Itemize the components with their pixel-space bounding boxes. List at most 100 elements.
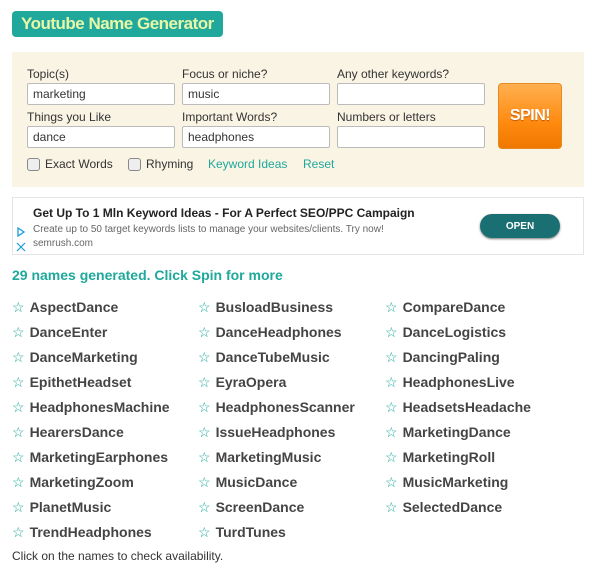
name-item[interactable]: ☆ IssueHeadphones (198, 424, 335, 441)
numbers-input[interactable] (337, 126, 485, 148)
name-text: PlanetMusic (29, 499, 112, 515)
footer-note: Click on the names to check availability… (12, 549, 224, 563)
ad-text: Create up to 50 target keywords lists to… (33, 224, 384, 235)
star-icon[interactable]: ☆ (12, 499, 25, 515)
topics-input[interactable] (27, 83, 175, 105)
name-item[interactable]: ☆ MarketingEarphones (12, 449, 168, 466)
star-icon[interactable]: ☆ (12, 449, 25, 465)
name-text: MusicMarketing (402, 474, 509, 490)
topics-label: Topic(s) (27, 67, 70, 81)
name-item[interactable]: ☆ HeadphonesLive (385, 374, 515, 391)
name-item[interactable]: ☆ PlanetMusic (12, 499, 111, 516)
name-item[interactable]: ☆ MusicDance (198, 474, 297, 491)
name-text: HeadsetsHeadache (402, 399, 531, 415)
name-item[interactable]: ☆ HearersDance (12, 424, 124, 441)
star-icon[interactable]: ☆ (385, 374, 398, 390)
likes-input[interactable] (27, 126, 175, 148)
name-item[interactable]: ☆ HeadphonesScanner (198, 399, 355, 416)
name-text: HeadphonesScanner (215, 399, 355, 415)
keyword-ideas-link[interactable]: Keyword Ideas (208, 157, 287, 171)
spin-button[interactable]: SPIN! (498, 83, 562, 149)
star-icon[interactable]: ☆ (385, 499, 398, 515)
star-icon[interactable]: ☆ (12, 349, 25, 365)
star-icon[interactable]: ☆ (12, 399, 25, 415)
rhyming-checkbox[interactable] (128, 158, 141, 171)
keywords-input[interactable] (337, 83, 485, 105)
name-item[interactable]: ☆ DanceMarketing (12, 349, 138, 366)
name-text: DanceLogistics (402, 324, 507, 340)
name-text: SelectedDance (402, 499, 503, 515)
generator-form: Topic(s) Focus or niche? Any other keywo… (12, 52, 584, 187)
star-icon[interactable]: ☆ (385, 424, 398, 440)
ad-banner[interactable]: Get Up To 1 Mln Keyword Ideas - For A Pe… (12, 197, 584, 255)
star-icon[interactable]: ☆ (198, 474, 211, 490)
ad-headline[interactable]: Get Up To 1 Mln Keyword Ideas - For A Pe… (33, 206, 415, 220)
name-item[interactable]: ☆ DanceLogistics (385, 324, 506, 341)
name-text: MarketingZoom (29, 474, 134, 490)
name-text: AspectDance (29, 299, 119, 315)
name-item[interactable]: ☆ SelectedDance (385, 499, 502, 516)
name-item[interactable]: ☆ MarketingRoll (385, 449, 495, 466)
name-text: EyraOpera (215, 374, 287, 390)
star-icon[interactable]: ☆ (198, 374, 211, 390)
name-item[interactable]: ☆ HeadphonesMachine (12, 399, 170, 416)
star-icon[interactable]: ☆ (385, 449, 398, 465)
star-icon[interactable]: ☆ (12, 324, 25, 340)
numbers-label: Numbers or letters (337, 110, 436, 124)
name-item[interactable]: ☆ TrendHeadphones (12, 524, 152, 541)
star-icon[interactable]: ☆ (385, 399, 398, 415)
name-item[interactable]: ☆ DanceEnter (12, 324, 107, 341)
name-item[interactable]: ☆ MusicMarketing (385, 474, 508, 491)
name-item[interactable]: ☆ TurdTunes (198, 524, 286, 541)
focus-label: Focus or niche? (182, 67, 268, 81)
name-item[interactable]: ☆ AspectDance (12, 299, 118, 316)
name-item[interactable]: ☆ MarketingDance (385, 424, 511, 441)
name-item[interactable]: ☆ CompareDance (385, 299, 505, 316)
name-text: MarketingRoll (402, 449, 496, 465)
name-text: TurdTunes (215, 524, 286, 540)
name-item[interactable]: ☆ DanceHeadphones (198, 324, 342, 341)
name-item[interactable]: ☆ DanceTubeMusic (198, 349, 330, 366)
ad-close-icon[interactable] (16, 242, 26, 252)
focus-input[interactable] (182, 83, 330, 105)
likes-label: Things you Like (27, 110, 112, 124)
star-icon[interactable]: ☆ (198, 524, 211, 540)
ad-choices-icon[interactable] (16, 227, 26, 237)
star-icon[interactable]: ☆ (385, 324, 398, 340)
star-icon[interactable]: ☆ (12, 374, 25, 390)
star-icon[interactable]: ☆ (198, 499, 211, 515)
star-icon[interactable]: ☆ (12, 524, 25, 540)
star-icon[interactable]: ☆ (12, 474, 25, 490)
name-text: HearersDance (29, 424, 124, 440)
page-title: Youtube Name Generator (12, 11, 223, 37)
ad-open-button[interactable]: OPEN (480, 214, 560, 238)
exact-words-checkbox[interactable] (27, 158, 40, 171)
star-icon[interactable]: ☆ (385, 349, 398, 365)
reset-link[interactable]: Reset (303, 157, 334, 171)
name-item[interactable]: ☆ MarketingZoom (12, 474, 134, 491)
star-icon[interactable]: ☆ (198, 349, 211, 365)
star-icon[interactable]: ☆ (198, 324, 211, 340)
exact-words-label: Exact Words (45, 157, 113, 171)
name-item[interactable]: ☆ EyraOpera (198, 374, 286, 391)
name-item[interactable]: ☆ MarketingMusic (198, 449, 321, 466)
name-item[interactable]: ☆ HeadsetsHeadache (385, 399, 531, 416)
name-item[interactable]: ☆ ScreenDance (198, 499, 304, 516)
star-icon[interactable]: ☆ (12, 424, 25, 440)
name-item[interactable]: ☆ DancingPaling (385, 349, 500, 366)
name-item[interactable]: ☆ BusloadBusiness (198, 299, 333, 316)
star-icon[interactable]: ☆ (385, 299, 398, 315)
important-input[interactable] (182, 126, 330, 148)
star-icon[interactable]: ☆ (198, 424, 211, 440)
name-text: EpithetHeadset (29, 374, 132, 390)
star-icon[interactable]: ☆ (198, 399, 211, 415)
name-text: IssueHeadphones (215, 424, 336, 440)
star-icon[interactable]: ☆ (198, 299, 211, 315)
name-item[interactable]: ☆ EpithetHeadset (12, 374, 131, 391)
star-icon[interactable]: ☆ (385, 474, 398, 490)
name-text: BusloadBusiness (215, 299, 334, 315)
star-icon[interactable]: ☆ (198, 449, 211, 465)
star-icon[interactable]: ☆ (12, 299, 25, 315)
name-text: DancingPaling (402, 349, 500, 365)
important-label: Important Words? (182, 110, 278, 124)
